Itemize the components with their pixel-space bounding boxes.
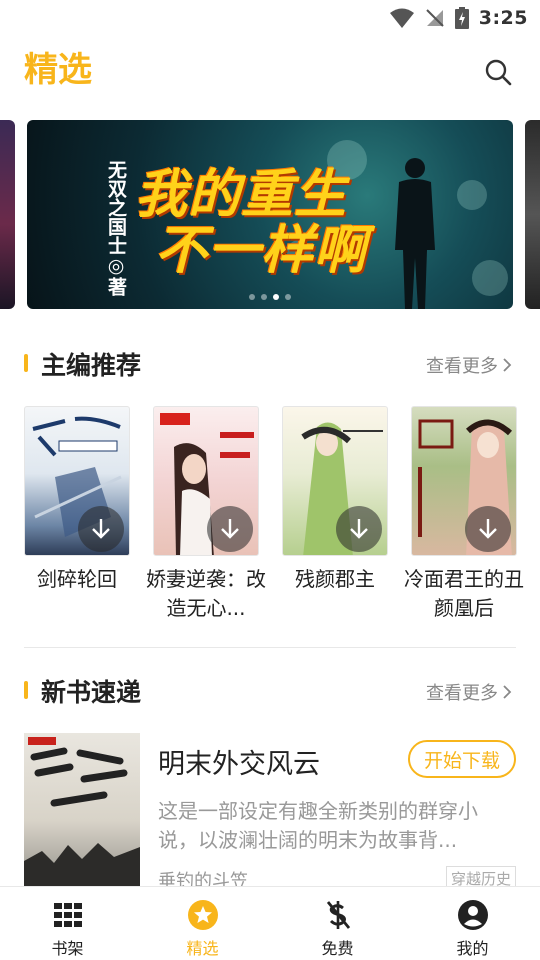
nav-bookshelf[interactable]: 书架 (0, 887, 135, 960)
banner-author-credit: 无双之国士◎著 (105, 160, 127, 296)
download-button[interactable] (465, 506, 511, 552)
banner-next-peek[interactable] (525, 120, 540, 309)
new-book-cover[interactable] (24, 733, 140, 893)
no-signal-icon (426, 9, 444, 27)
star-circle-icon (187, 899, 219, 931)
status-time: 3:25 (478, 7, 528, 29)
banner-dot[interactable] (285, 294, 291, 300)
banner-slide[interactable]: 无双之国士◎著 我的重生 不一样啊 (27, 120, 513, 309)
grid-icon (52, 899, 84, 931)
no-dollar-icon (322, 899, 354, 931)
download-button[interactable] (78, 506, 124, 552)
book-cover[interactable] (153, 406, 259, 556)
section-accent-bar (24, 681, 28, 699)
book-cover[interactable] (282, 406, 388, 556)
see-more-label: 查看更多 (426, 683, 498, 704)
see-more-link[interactable]: 查看更多 (426, 352, 512, 378)
nav-free[interactable]: 免费 (270, 887, 405, 960)
editor-picks-list: 剑碎轮回 娇妻逆袭：改造无心... 残颜郡主 冷面君王的丑颜凰后 (0, 406, 540, 636)
section-editor-picks: 主编推荐 查看更多 (0, 343, 540, 383)
wifi-icon (389, 8, 414, 28)
banner-bokeh (472, 260, 508, 296)
book-title[interactable]: 娇妻逆袭：改造无心... (146, 565, 266, 623)
book-card[interactable]: 剑碎轮回 (24, 406, 130, 594)
nav-mine[interactable]: 我的 (405, 887, 540, 960)
battery-charging-icon (454, 7, 469, 29)
book-title[interactable]: 冷面君王的丑颜凰后 (404, 565, 524, 623)
book-cover[interactable] (24, 406, 130, 556)
nav-featured[interactable]: 精选 (135, 887, 270, 960)
download-arrow-icon (350, 519, 368, 539)
search-button[interactable] (484, 58, 512, 86)
nav-label: 我的 (456, 939, 489, 958)
cover-art (24, 737, 140, 893)
book-title[interactable]: 剑碎轮回 (17, 565, 137, 594)
new-book-description: 这是一部设定有趣全新类别的群穿小说，以波澜壮阔的明末为故事背... (158, 799, 478, 852)
status-icons: 3:25 (389, 6, 528, 30)
book-card[interactable]: 冷面君王的丑颜凰后 (404, 406, 524, 623)
section-title: 新书速递 (41, 678, 142, 707)
bottom-nav: 书架 精选 免费 我的 (0, 886, 540, 960)
section-divider (24, 647, 516, 648)
account-icon (457, 899, 489, 931)
see-more-label: 查看更多 (426, 356, 498, 377)
page-title: 精选 (24, 50, 92, 90)
banner-prev-peek[interactable] (0, 120, 15, 309)
status-bar: 3:25 (0, 0, 540, 36)
banner-dot[interactable] (249, 294, 255, 300)
book-card[interactable]: 娇妻逆袭：改造无心... (146, 406, 266, 623)
section-accent-bar (24, 354, 28, 372)
banner-bokeh (457, 180, 487, 210)
chevron-right-icon (503, 685, 512, 699)
banner-dot-active[interactable] (273, 294, 279, 300)
book-card[interactable]: 残颜郡主 (282, 406, 388, 594)
download-button[interactable] (207, 506, 253, 552)
chevron-right-icon (503, 358, 512, 372)
section-title: 主编推荐 (41, 351, 142, 380)
book-title[interactable]: 残颜郡主 (275, 565, 395, 594)
nav-label: 书架 (51, 939, 84, 958)
nav-label: 免费 (321, 939, 354, 958)
search-icon (485, 59, 512, 86)
see-more-link[interactable]: 查看更多 (426, 679, 512, 705)
new-book-title[interactable]: 明末外交风云 (158, 742, 320, 781)
download-arrow-icon (92, 519, 110, 539)
banner-carousel[interactable]: 无双之国士◎著 我的重生 不一样啊 (0, 120, 540, 309)
book-cover[interactable] (411, 406, 517, 556)
banner-page-indicator (249, 294, 291, 300)
nav-label: 精选 (186, 939, 219, 958)
download-button[interactable] (336, 506, 382, 552)
section-new-books: 新书速递 查看更多 (0, 670, 540, 710)
download-arrow-icon (221, 519, 239, 539)
banner-title-line2: 不一样啊 (155, 221, 368, 281)
download-arrow-icon (479, 519, 497, 539)
banner-figure-illustration (395, 158, 435, 309)
start-download-button[interactable]: 开始下载 (408, 740, 516, 778)
banner-dot[interactable] (261, 294, 267, 300)
